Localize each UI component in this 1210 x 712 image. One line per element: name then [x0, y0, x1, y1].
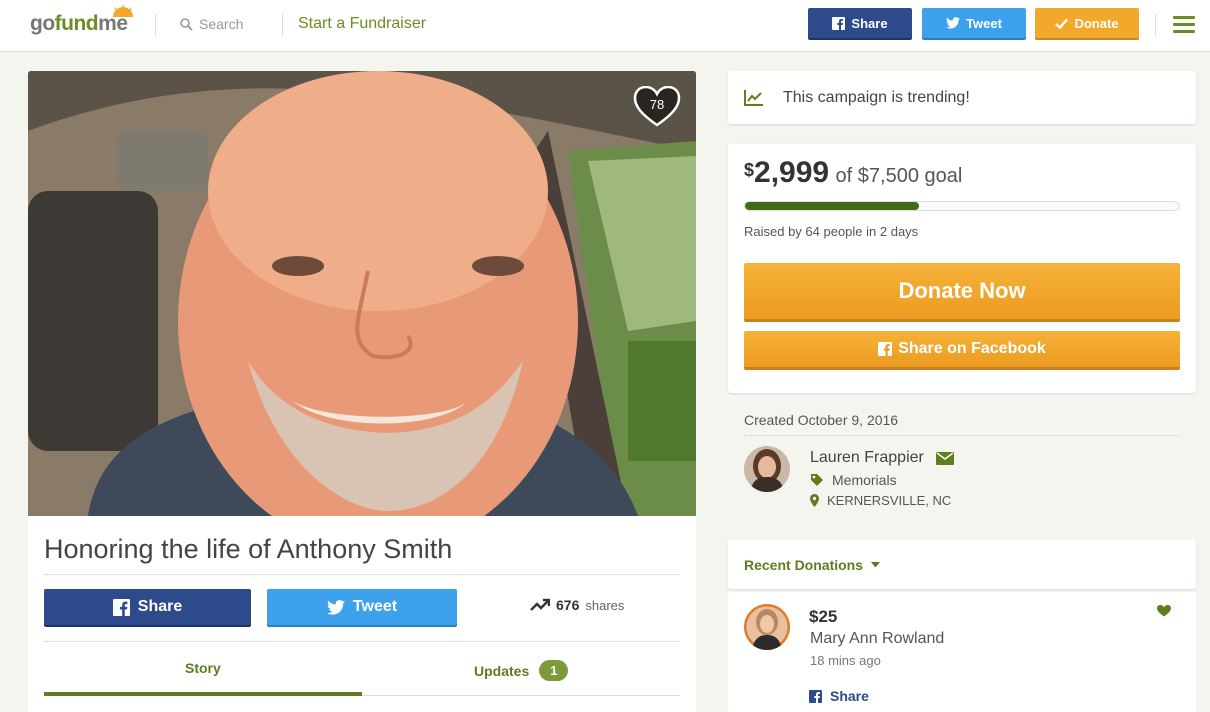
organizer-location: KERNERSVILLE, NC	[810, 493, 951, 508]
amount-raised: $2,999 of $7,500 goal	[744, 156, 962, 190]
raised-amount: 2,999	[754, 156, 830, 189]
created-date: Created October 9, 2016	[744, 412, 899, 428]
twitter-icon	[946, 17, 961, 29]
caret-down-icon	[871, 562, 881, 568]
menu-icon[interactable]	[1173, 16, 1195, 34]
search-label: Search	[199, 16, 244, 32]
updates-count-badge: 1	[539, 660, 569, 681]
tab-updates-label: Updates	[474, 662, 530, 679]
header-donate-button[interactable]: Donate	[1035, 8, 1139, 38]
donation-list-item	[728, 592, 1196, 712]
heart-count: 78	[649, 97, 665, 112]
heart-icon[interactable]	[1157, 605, 1171, 617]
donor-avatar	[744, 604, 790, 650]
logo-text-fund: fund	[54, 12, 99, 35]
location-text: KERNERSVILLE, NC	[827, 493, 952, 508]
share-on-facebook-label: Share on Facebook	[898, 340, 1046, 357]
donation-share-button[interactable]: Share	[809, 688, 869, 704]
divider	[744, 435, 1180, 436]
divider	[44, 641, 680, 642]
shares-label: shares	[585, 597, 625, 613]
facebook-icon	[832, 16, 846, 30]
header-divider	[282, 14, 283, 36]
campaign-photo	[28, 71, 696, 516]
active-tab-indicator	[44, 692, 362, 696]
campaign-photo-illustration	[28, 71, 696, 516]
tab-story-label: Story	[185, 660, 221, 676]
shares-count: 676 shares	[530, 597, 624, 613]
trending-chart-icon	[744, 90, 763, 106]
donor-name: Mary Ann Rowland	[810, 630, 945, 647]
twitter-icon	[326, 599, 345, 615]
start-fundraiser-link[interactable]: Start a Fundraiser	[298, 15, 426, 33]
header-tweet-button[interactable]: Tweet	[922, 8, 1026, 38]
campaign-title: Honoring the life of Anthony Smith	[44, 534, 453, 564]
campaign-tweet-button[interactable]: Tweet	[267, 589, 457, 625]
search-icon	[180, 17, 193, 31]
category-text: Memorials	[832, 472, 897, 488]
organizer-name[interactable]: Lauren Frappier	[810, 449, 954, 467]
check-icon	[1055, 18, 1069, 29]
donate-now-label: Donate Now	[898, 278, 1026, 303]
tab-story[interactable]: Story	[185, 660, 221, 676]
logo-text-go: go	[30, 12, 55, 35]
tag-icon	[811, 474, 823, 486]
organizer-category[interactable]: Memorials	[810, 472, 897, 488]
recent-donations-dropdown[interactable]: Recent Donations	[744, 557, 881, 573]
donation-amount: $25	[809, 607, 838, 626]
organizer-avatar[interactable]	[744, 446, 790, 492]
facebook-icon	[878, 342, 893, 356]
facebook-icon	[809, 689, 822, 703]
divider	[44, 574, 680, 575]
share-label: Share	[851, 15, 888, 31]
shares-number: 676	[556, 597, 580, 613]
donate-now-button[interactable]: Donate Now	[744, 263, 1180, 319]
trending-icon	[530, 598, 550, 611]
tab-updates[interactable]: Updates 1	[474, 660, 569, 681]
raised-by-text: Raised by 64 people in 2 days	[744, 224, 919, 239]
facebook-icon	[112, 598, 130, 616]
tweet-label: Tweet	[966, 15, 1002, 31]
share-label: Share	[137, 598, 183, 615]
share-on-facebook-button[interactable]: Share on Facebook	[744, 331, 1180, 367]
envelope-icon[interactable]	[935, 451, 954, 465]
progress-bar	[744, 201, 1180, 211]
goal-text: of $7,500 goal	[835, 165, 963, 187]
progress-bar-fill	[745, 202, 919, 210]
recent-donations-label: Recent Donations	[744, 557, 864, 573]
header-divider	[1155, 14, 1156, 36]
organizer-name-text: Lauren Frappier	[810, 449, 924, 466]
donation-share-label: Share	[830, 688, 869, 704]
location-pin-icon	[810, 494, 819, 507]
donation-time: 18 mins ago	[810, 653, 881, 668]
header-divider	[155, 14, 156, 36]
tab-baseline	[362, 695, 680, 696]
currency-symbol: $	[744, 160, 755, 180]
top-navbar: gofundme Search Start a Fundraiser Share…	[0, 0, 1210, 52]
trending-text: This campaign is trending!	[783, 89, 970, 106]
campaign-facebook-share-button[interactable]: Share	[44, 589, 251, 625]
logo-sun-icon	[113, 4, 133, 17]
donate-label: Donate	[1074, 15, 1119, 31]
tweet-label: Tweet	[352, 598, 398, 615]
search-link[interactable]: Search	[180, 16, 243, 32]
header-facebook-share-button[interactable]: Share	[808, 8, 912, 38]
